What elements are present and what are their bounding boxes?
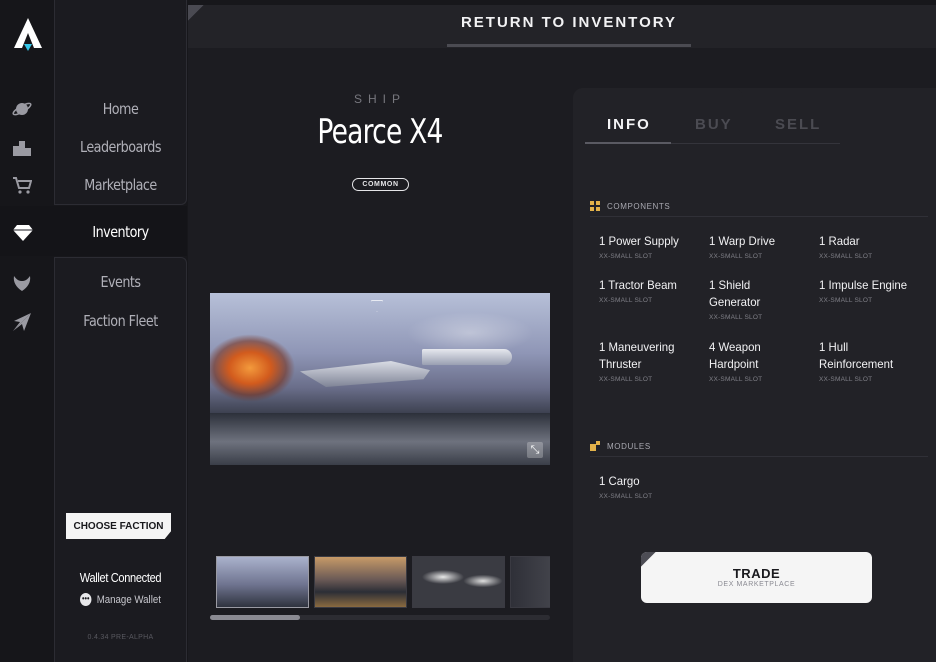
hero-ship-distant xyxy=(422,349,512,365)
manage-wallet-link[interactable]: ••• Manage Wallet xyxy=(80,593,161,606)
component-slot: XX-SMALL SLOT xyxy=(599,297,653,304)
info-tab-strip xyxy=(573,88,743,108)
component-name: 4 Weapon Hardpoint xyxy=(709,340,761,371)
module-item: 1 Cargo XX-SMALL SLOT xyxy=(599,473,709,500)
component-item: 1 Impulse Engine XX-SMALL SLOT xyxy=(819,277,931,304)
diamond-icon[interactable] xyxy=(12,221,34,243)
component-item: 1 Warp Drive XX-SMALL SLOT xyxy=(709,233,819,260)
tab-info[interactable]: INFO xyxy=(607,116,651,133)
choose-faction-button[interactable]: CHOOSE FACTION xyxy=(66,513,171,539)
module-name: 1 Cargo xyxy=(599,474,640,488)
hero-ship-main xyxy=(300,361,430,387)
trade-title: TRADE xyxy=(732,566,781,581)
component-name: 1 Impulse Engine xyxy=(819,278,908,292)
component-name: 1 Hull Reinforcement xyxy=(819,340,894,371)
thumbnail[interactable] xyxy=(314,556,407,608)
ship-name: Pearce X4 xyxy=(317,112,443,152)
component-slot: XX-SMALL SLOT xyxy=(819,376,873,383)
cart-icon[interactable] xyxy=(11,174,33,196)
watermark-icon xyxy=(371,300,383,312)
section-divider xyxy=(590,456,928,457)
nav-item-marketplace[interactable]: Marketplace xyxy=(64,176,177,194)
component-name: 1 Radar xyxy=(819,234,860,248)
return-underline xyxy=(447,44,691,47)
nav-item-home[interactable]: Home xyxy=(64,100,177,118)
nav-item-leaderboards[interactable]: Leaderboards xyxy=(64,138,177,156)
component-slot: XX-SMALL SLOT xyxy=(599,376,653,383)
component-slot: XX-SMALL SLOT xyxy=(709,253,763,260)
thumbnail[interactable] xyxy=(216,556,309,608)
trade-subtitle: DEX MARKETPLACE xyxy=(717,581,796,588)
component-item: 1 Power Supply XX-SMALL SLOT xyxy=(599,233,709,260)
component-slot: XX-SMALL SLOT xyxy=(599,253,653,260)
wallet-status: Wallet Connected xyxy=(79,570,162,585)
component-item: 1 Maneuvering Thruster XX-SMALL SLOT xyxy=(599,339,694,383)
modules-title: MODULES xyxy=(607,441,651,451)
component-slot: XX-SMALL SLOT xyxy=(709,314,763,321)
nav-item-inventory[interactable]: Inventory xyxy=(64,223,177,241)
thumbnail[interactable] xyxy=(412,556,505,608)
app-logo-icon[interactable] xyxy=(14,18,42,52)
component-item: 4 Weapon Hardpoint XX-SMALL SLOT xyxy=(709,339,789,383)
fleet-icon[interactable] xyxy=(11,311,33,333)
component-item: 1 Hull Reinforcement XX-SMALL SLOT xyxy=(819,339,914,383)
component-slot: XX-SMALL SLOT xyxy=(819,297,873,304)
nav-item-faction-fleet[interactable]: Faction Fleet xyxy=(64,312,177,330)
component-slot: XX-SMALL SLOT xyxy=(709,376,763,383)
tab-sell[interactable]: SELL xyxy=(775,116,821,133)
tab-active-indicator xyxy=(585,142,671,144)
ship-hero-image[interactable]: ⤡ xyxy=(210,293,550,465)
thumbnail-scroll-thumb[interactable] xyxy=(210,615,300,620)
phoenix-icon[interactable] xyxy=(11,272,33,294)
rarity-badge: COMMON xyxy=(352,178,409,191)
corner-accent xyxy=(188,5,210,27)
components-icon xyxy=(590,201,600,211)
component-name: 1 Power Supply xyxy=(599,234,679,248)
return-to-inventory-button[interactable]: RETURN TO INVENTORY xyxy=(447,14,691,48)
component-slot: XX-SMALL SLOT xyxy=(819,253,873,260)
more-icon: ••• xyxy=(80,593,92,606)
section-divider xyxy=(590,216,928,217)
podium-icon[interactable] xyxy=(11,137,33,159)
thumbnail-strip xyxy=(210,556,550,610)
version-label: 0.4.34 PRE-ALPHA xyxy=(87,634,154,641)
module-slot: XX-SMALL SLOT xyxy=(599,493,653,500)
ship-type-label: SHIP xyxy=(353,92,406,106)
tab-buy[interactable]: BUY xyxy=(695,116,733,133)
planet-icon[interactable] xyxy=(11,98,33,120)
component-item: 1 Shield Generator XX-SMALL SLOT xyxy=(709,277,789,321)
component-name: 1 Warp Drive xyxy=(709,234,776,248)
component-name: 1 Shield Generator xyxy=(709,278,761,309)
hero-ground xyxy=(210,413,550,465)
component-name: 1 Maneuvering Thruster xyxy=(599,340,675,371)
thumbnail[interactable] xyxy=(510,556,550,608)
expand-icon[interactable]: ⤡ xyxy=(527,442,543,458)
components-title: COMPONENTS xyxy=(607,201,671,211)
component-item: 1 Radar XX-SMALL SLOT xyxy=(819,233,929,260)
manage-wallet-label: Manage Wallet xyxy=(96,593,161,606)
component-item: 1 Tractor Beam XX-SMALL SLOT xyxy=(599,277,709,304)
components-heading: COMPONENTS xyxy=(590,201,670,211)
component-name: 1 Tractor Beam xyxy=(599,278,677,292)
nav-item-events[interactable]: Events xyxy=(64,273,177,291)
modules-heading: MODULES xyxy=(590,441,651,451)
modules-icon xyxy=(590,441,600,451)
